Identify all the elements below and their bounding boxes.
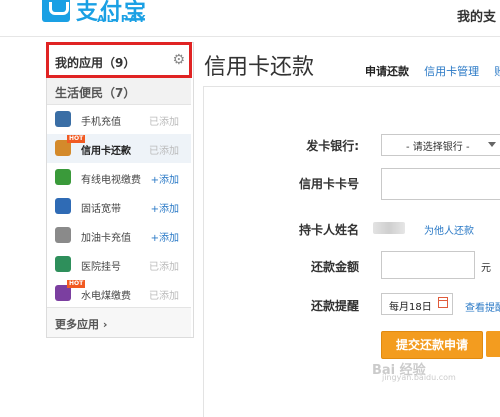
page-title: 信用卡还款 bbox=[204, 55, 315, 80]
reminder-date-value: 每月18日 bbox=[389, 302, 432, 313]
app-label: 手机充值 bbox=[81, 117, 121, 128]
alipay-logo-icon bbox=[42, 0, 70, 22]
top-bar: 支付宝 ALIPAY 我的支 bbox=[0, 0, 500, 37]
logo-text-en: ALIPAY bbox=[97, 14, 148, 25]
tv-icon bbox=[55, 169, 71, 185]
more-apps-label: 更多应用 › bbox=[55, 318, 108, 331]
reminder-label: 还款提醒 bbox=[310, 299, 359, 313]
my-apps-header: 我的应用（9） ⚙ bbox=[46, 42, 192, 78]
app-status: 已添加 bbox=[149, 291, 179, 302]
app-item-fuel-card[interactable]: 加油卡充值 +添加 bbox=[47, 221, 191, 250]
app-label: 有线电视缴费 bbox=[81, 175, 141, 186]
my-apps-title: 我的应用（9） bbox=[55, 56, 136, 70]
watermark: Bai 经验 jingyan.baidu.com bbox=[364, 357, 484, 383]
secondary-button[interactable] bbox=[486, 331, 500, 357]
view-reminder-link[interactable]: 查看提醒 bbox=[465, 299, 500, 314]
cardholder-name-value bbox=[373, 222, 405, 234]
bank-select[interactable]: - 请选择银行 - bbox=[381, 134, 500, 156]
sidebar: 我的应用（9） ⚙ 生活便民（7） 手机充值 已添加 HOT 信用卡还款 已添加… bbox=[46, 42, 194, 338]
amount-unit: 元 bbox=[481, 263, 491, 274]
add-app-button[interactable]: +添加 bbox=[151, 171, 179, 186]
fuel-icon bbox=[55, 227, 71, 243]
app-item-landline[interactable]: 固话宽带 +添加 bbox=[47, 192, 191, 221]
calendar-icon bbox=[438, 297, 448, 308]
card-number-input[interactable] bbox=[381, 168, 500, 200]
my-account-link[interactable]: 我的支 bbox=[457, 6, 496, 25]
app-label: 固话宽带 bbox=[81, 204, 121, 215]
card-number-label: 信用卡卡号 bbox=[298, 177, 359, 191]
add-app-button[interactable]: +添加 bbox=[151, 200, 179, 215]
reminder-date-picker[interactable]: 每月18日 bbox=[381, 293, 453, 315]
app-item-utilities[interactable]: HOT 水电煤缴费 已添加 bbox=[47, 279, 191, 308]
repay-for-others-link[interactable]: 为他人还款 bbox=[424, 222, 474, 237]
cardholder-label: 持卡人姓名 bbox=[298, 223, 359, 237]
app-list: 手机充值 已添加 HOT 信用卡还款 已添加 有线电视缴费 +添加 固话宽带 +… bbox=[47, 105, 191, 308]
alipay-logo[interactable]: 支付宝 ALIPAY bbox=[42, 0, 146, 28]
app-item-mobile[interactable]: 手机充值 已添加 bbox=[47, 105, 191, 134]
add-app-button[interactable]: +添加 bbox=[151, 229, 179, 244]
group-title-text: 生活便民（7） bbox=[55, 86, 136, 100]
app-status: 已添加 bbox=[149, 146, 179, 157]
app-item-hospital[interactable]: 医院挂号 已添加 bbox=[47, 250, 191, 279]
telephone-icon bbox=[55, 198, 71, 214]
amount-label: 还款金额 bbox=[310, 260, 359, 274]
tab-bar: 申请还款 信用卡管理 账 bbox=[365, 60, 500, 79]
tab-apply-repayment[interactable]: 申请还款 bbox=[365, 65, 409, 78]
bank-select-value: - 请选择银行 - bbox=[406, 142, 470, 153]
app-item-cable-tv[interactable]: 有线电视缴费 +添加 bbox=[47, 163, 191, 192]
app-label: 医院挂号 bbox=[81, 262, 121, 273]
hospital-icon bbox=[55, 256, 71, 272]
amount-input[interactable] bbox=[381, 251, 475, 279]
tab-account[interactable]: 账 bbox=[494, 65, 500, 78]
more-apps-link[interactable]: 更多应用 › bbox=[47, 307, 191, 337]
app-label: 信用卡还款 bbox=[81, 146, 131, 157]
app-item-credit-card[interactable]: HOT 信用卡还款 已添加 bbox=[47, 134, 191, 163]
chevron-down-icon bbox=[488, 142, 496, 147]
tab-card-management[interactable]: 信用卡管理 bbox=[424, 65, 479, 78]
submit-repayment-button[interactable]: 提交还款申请 bbox=[381, 331, 483, 359]
app-status: 已添加 bbox=[149, 262, 179, 273]
watermark-url: jingyan.baidu.com bbox=[382, 373, 456, 382]
group-title: 生活便民（7） bbox=[47, 78, 191, 105]
app-label: 加油卡充值 bbox=[81, 233, 131, 244]
app-label: 水电煤缴费 bbox=[81, 291, 131, 302]
app-status: 已添加 bbox=[149, 117, 179, 128]
bank-label: 发卡银行: bbox=[306, 139, 359, 153]
mobile-icon bbox=[55, 111, 71, 127]
gear-icon[interactable]: ⚙ bbox=[172, 53, 185, 67]
